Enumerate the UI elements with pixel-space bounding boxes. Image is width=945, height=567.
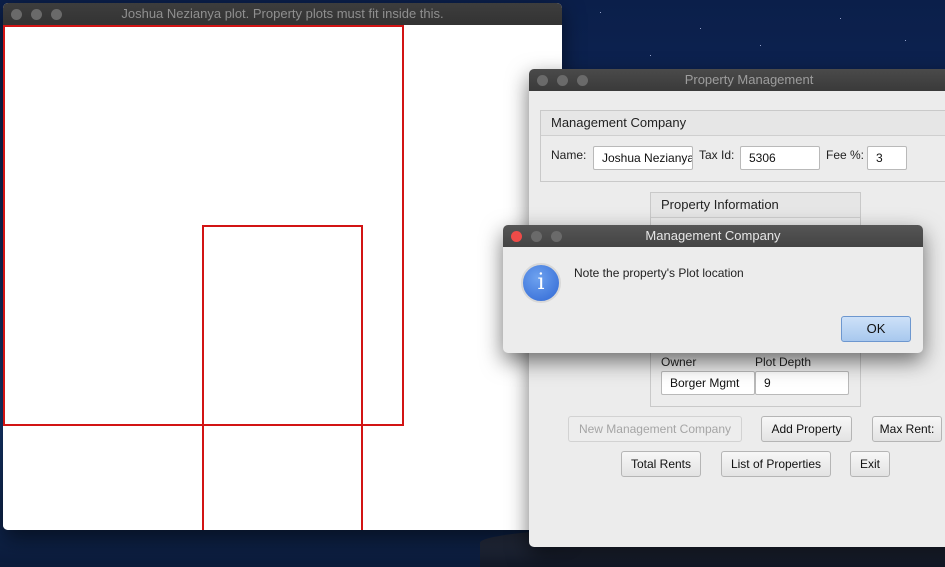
minimize-button[interactable] <box>557 75 568 86</box>
owner-field[interactable]: Borger Mgmt <box>661 371 755 395</box>
plot-window: Joshua Nezianya plot. Property plots mus… <box>3 3 562 530</box>
taxid-field[interactable]: 5306 <box>740 146 820 170</box>
owner-label: Owner <box>661 355 697 369</box>
name-label: Name: <box>551 148 587 162</box>
zoom-button[interactable] <box>577 75 588 86</box>
plot-depth-label: Plot Depth <box>755 355 812 369</box>
management-company-dialog: Management Company i Note the property's… <box>503 225 923 353</box>
property-information-heading: Property Information <box>651 193 860 218</box>
management-company-heading: Management Company <box>541 111 945 136</box>
max-rent-button[interactable]: Max Rent: <box>872 416 942 442</box>
zoom-button[interactable] <box>51 9 62 20</box>
minimize-button <box>531 231 542 242</box>
fee-field[interactable]: 3 <box>867 146 907 170</box>
close-button[interactable] <box>11 9 22 20</box>
info-icon: i <box>521 263 561 303</box>
plot-window-titlebar[interactable]: Joshua Nezianya plot. Property plots mus… <box>3 3 562 25</box>
list-of-properties-button[interactable]: List of Properties <box>721 451 831 477</box>
ok-button[interactable]: OK <box>841 316 911 342</box>
plot-depth-field[interactable]: 9 <box>755 371 849 395</box>
close-button[interactable] <box>537 75 548 86</box>
exit-button[interactable]: Exit <box>850 451 890 477</box>
minimize-button[interactable] <box>31 9 42 20</box>
plot-window-title: Joshua Nezianya plot. Property plots mus… <box>121 6 444 21</box>
pm-window-title: Property Management <box>684 72 814 87</box>
dialog-title: Management Company <box>645 228 781 243</box>
add-property-button[interactable]: Add Property <box>761 416 852 442</box>
total-rents-button[interactable]: Total Rents <box>621 451 701 477</box>
management-company-panel: Management Company Name: Joshua Nezianya… <box>540 110 945 182</box>
taxid-label: Tax Id: <box>699 148 735 162</box>
pm-window-titlebar[interactable]: Property Management <box>529 69 945 91</box>
fee-label: Fee %: <box>826 148 865 162</box>
plot-canvas <box>3 25 562 530</box>
name-field[interactable]: Joshua Nezianya <box>593 146 693 170</box>
dialog-titlebar[interactable]: Management Company <box>503 225 923 247</box>
dialog-message: Note the property's Plot location <box>574 266 744 280</box>
zoom-button <box>551 231 562 242</box>
close-button[interactable] <box>511 231 522 242</box>
new-management-company-button[interactable]: New Management Company <box>568 416 742 442</box>
property-plot-outline <box>202 225 363 530</box>
